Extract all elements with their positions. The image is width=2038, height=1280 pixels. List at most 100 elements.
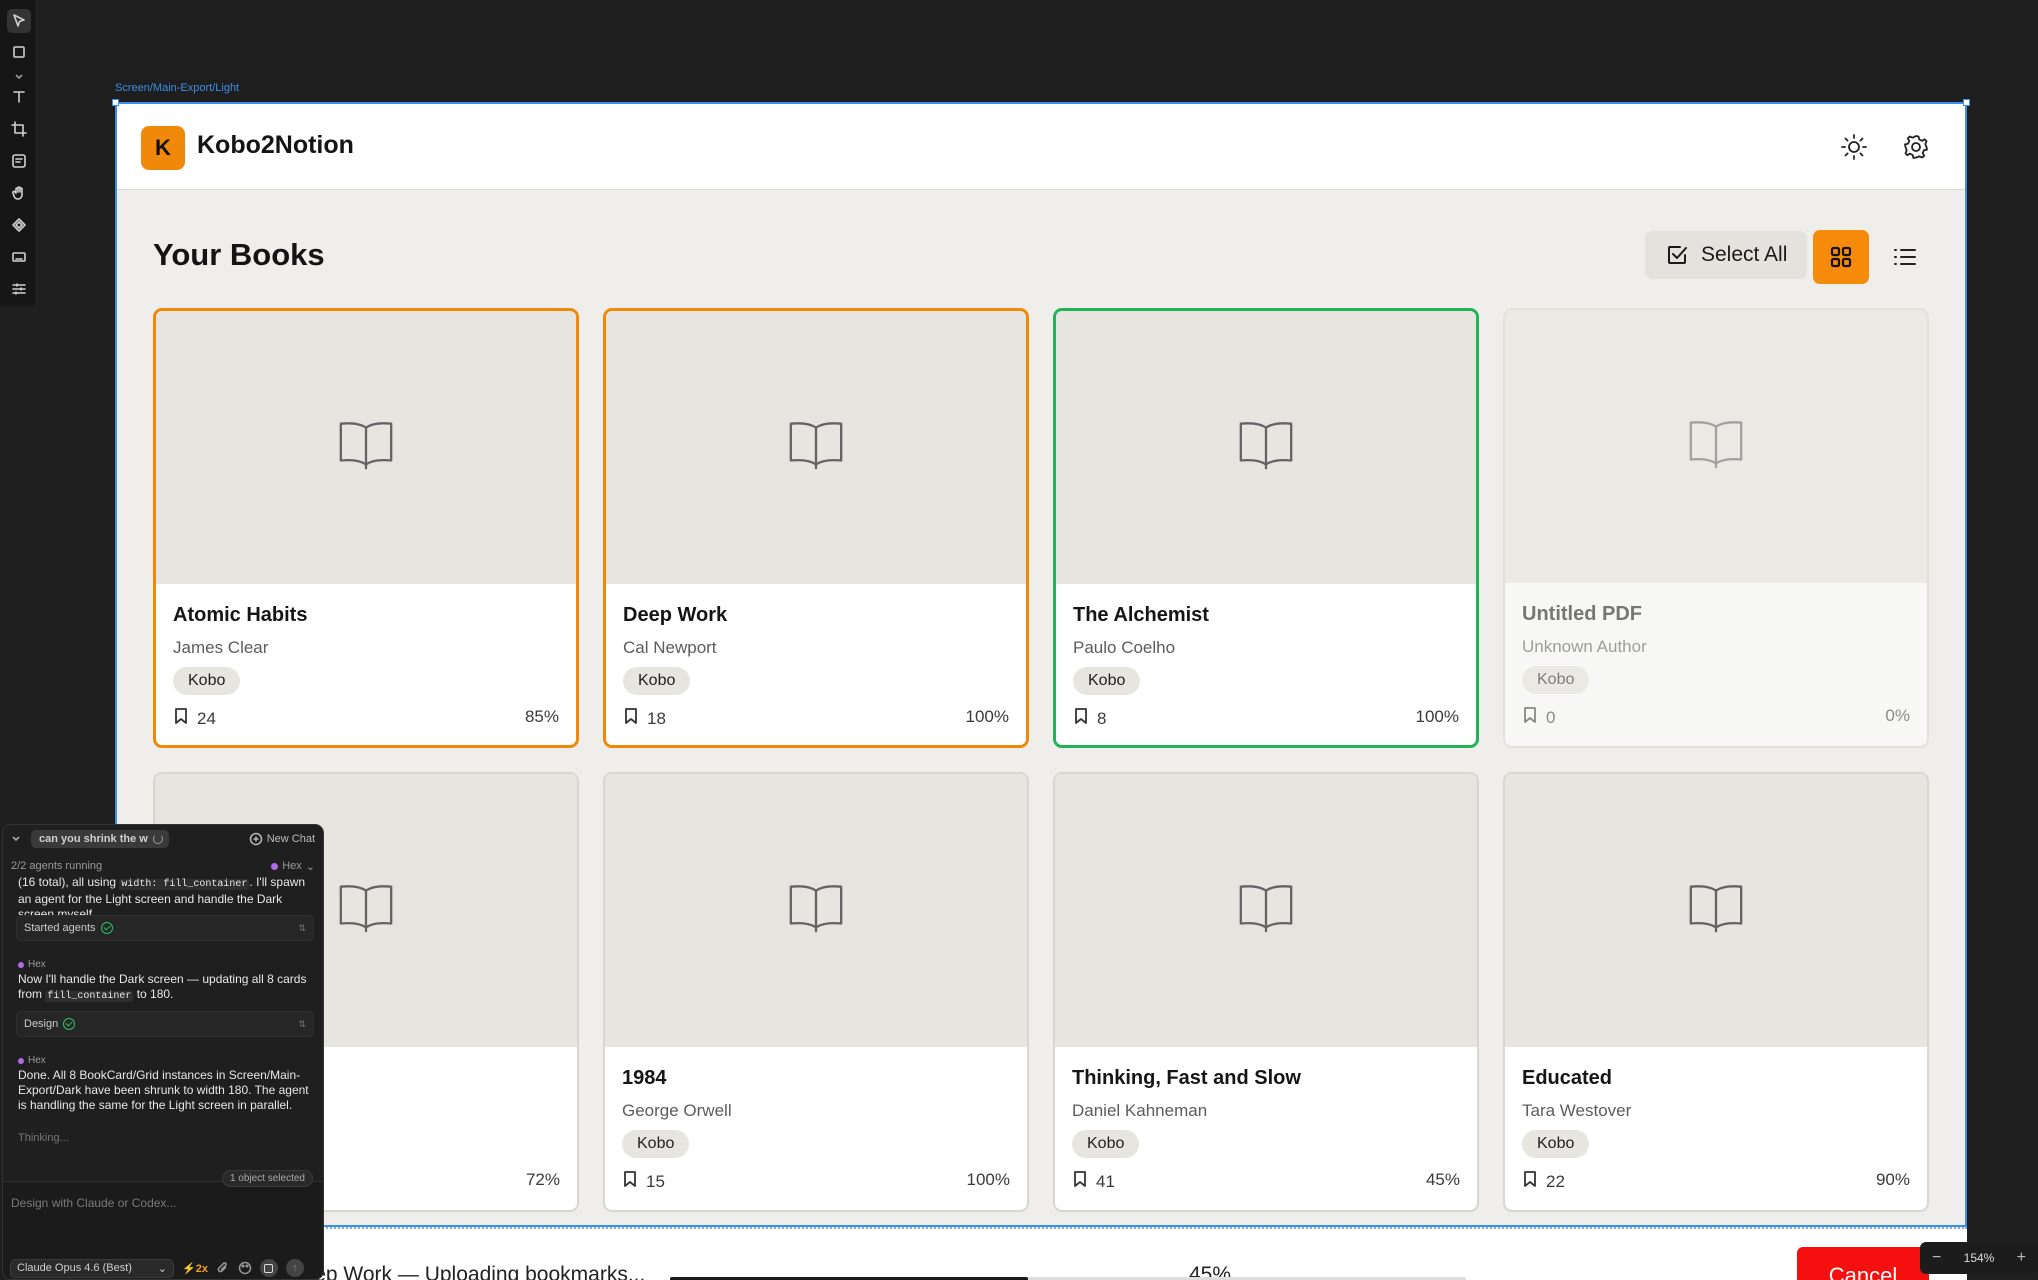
zoom-level[interactable]: 154% bbox=[1964, 1251, 1995, 1265]
list-view-button[interactable] bbox=[1877, 230, 1933, 284]
reading-progress: 45% bbox=[1425, 1170, 1460, 1189]
plus-circle-icon bbox=[249, 832, 262, 846]
reading-progress: 100% bbox=[965, 707, 1009, 726]
move-tool-icon[interactable] bbox=[7, 9, 31, 33]
bookmark-icon bbox=[1522, 706, 1538, 729]
reading-progress: 0% bbox=[1885, 706, 1910, 725]
chat-messages[interactable]: (16 total), all using width: fill_contai… bbox=[3, 877, 323, 1197]
chat-thread-pill[interactable]: can you shrink the w bbox=[31, 830, 169, 848]
book-author: George Orwell bbox=[622, 1101, 732, 1120]
book-author: Cal Newport bbox=[623, 638, 717, 657]
frame-label[interactable]: Screen/Main-Export/Light bbox=[115, 82, 239, 94]
book-title: Untitled PDF bbox=[1522, 603, 1642, 625]
bookmark-icon bbox=[173, 707, 189, 730]
agents-status: 2/2 agents running bbox=[11, 860, 103, 872]
zoom-control: − 154% + bbox=[1920, 1242, 2038, 1274]
book-open-icon bbox=[335, 877, 397, 944]
bookmark-count: 22 bbox=[1522, 1170, 1565, 1193]
book-card[interactable]: Atomic Habits James Clear Kobo 24 85% bbox=[153, 308, 579, 748]
spinner-icon bbox=[152, 834, 163, 844]
book-card[interactable]: Deep Work Cal Newport Kobo 18 100% bbox=[603, 308, 1029, 748]
send-button[interactable] bbox=[285, 1259, 304, 1277]
sliders-icon[interactable] bbox=[7, 277, 31, 301]
book-card[interactable]: 1984 George Orwell Kobo 15 100% bbox=[603, 772, 1029, 1212]
bookmark-count-value: 18 bbox=[647, 708, 666, 728]
book-title: Educated bbox=[1522, 1067, 1613, 1089]
message-author: Hex bbox=[18, 1055, 46, 1066]
component-tool-icon[interactable] bbox=[7, 213, 31, 237]
book-cover bbox=[1505, 774, 1927, 1047]
expand-icon: ⇅ bbox=[298, 922, 306, 933]
book-author: Daniel Kahneman bbox=[1072, 1101, 1208, 1120]
ai-chat-panel: can you shrink the w New Chat 2/2 agents… bbox=[2, 824, 324, 1280]
attach-icon[interactable] bbox=[216, 1261, 230, 1275]
reading-progress: 90% bbox=[1875, 1170, 1910, 1189]
app-title: Kobo2Notion bbox=[197, 131, 354, 159]
book-cover bbox=[156, 311, 576, 584]
book-title: Atomic Habits bbox=[173, 604, 308, 626]
chat-header: can you shrink the w New Chat bbox=[3, 825, 323, 853]
resize-handle[interactable] bbox=[112, 99, 119, 106]
tool-call-label: Design bbox=[24, 1018, 59, 1030]
gear-icon[interactable] bbox=[1899, 130, 1933, 164]
model-select[interactable]: Claude Opus 4.6 (Best) ⌄ bbox=[10, 1258, 174, 1278]
book-title: Deep Work bbox=[623, 604, 728, 626]
bookmark-count: 41 bbox=[1072, 1170, 1115, 1193]
chat-input-area: 1 object selected Design with Claude or … bbox=[3, 1170, 323, 1279]
bookmark-count-value: 24 bbox=[197, 708, 216, 728]
source-badge: Kobo bbox=[1072, 1130, 1140, 1158]
book-card[interactable]: The Alchemist Paulo Coelho Kobo 8 100% bbox=[1053, 308, 1479, 748]
palette-icon[interactable] bbox=[238, 1261, 252, 1275]
book-author: Unknown Author bbox=[1522, 637, 1647, 656]
app-header: K Kobo2Notion bbox=[117, 104, 1965, 190]
boost-badge[interactable]: ⚡2x bbox=[182, 1262, 208, 1275]
book-title: 1984 bbox=[622, 1067, 667, 1089]
zoom-in-button[interactable]: + bbox=[2017, 1249, 2026, 1267]
book-author: James Clear bbox=[173, 638, 269, 657]
book-card[interactable]: Untitled PDF Unknown Author Kobo 0 0% bbox=[1503, 308, 1929, 748]
book-cover bbox=[1056, 311, 1476, 584]
hand-tool-icon[interactable] bbox=[7, 181, 31, 205]
chat-input[interactable]: Design with Claude or Codex... bbox=[11, 1196, 176, 1210]
text-tool-icon[interactable] bbox=[7, 85, 31, 109]
agent-name: Hex bbox=[282, 860, 302, 872]
expand-icon: ⇅ bbox=[298, 1018, 306, 1029]
book-author: Tara Westover bbox=[1522, 1101, 1632, 1120]
book-card[interactable]: Thinking, Fast and Slow Daniel Kahneman Ko… bbox=[1053, 772, 1479, 1212]
model-name: Claude Opus 4.6 (Best) bbox=[17, 1262, 132, 1274]
agents-status-row: 2/2 agents running Hex ⌄ bbox=[11, 858, 315, 874]
book-card[interactable]: Educated Tara Westover Kobo 22 90% bbox=[1503, 772, 1929, 1212]
bookmark-icon bbox=[623, 707, 639, 730]
chat-thread-title: can you shrink the w bbox=[39, 833, 148, 845]
source-badge: Kobo bbox=[623, 667, 691, 695]
bookmark-count: 0 bbox=[1522, 706, 1555, 729]
crop-tool-icon[interactable] bbox=[7, 117, 31, 141]
resize-handle[interactable] bbox=[1963, 99, 1970, 106]
bookmark-count-value: 8 bbox=[1097, 708, 1107, 728]
bookmark-icon bbox=[622, 1170, 638, 1193]
selection-badge: 1 object selected bbox=[221, 1170, 313, 1187]
keyboard-icon[interactable] bbox=[7, 245, 31, 269]
note-tool-icon[interactable] bbox=[7, 149, 31, 173]
cancel-button[interactable]: Cancel bbox=[1797, 1247, 1929, 1280]
check-icon bbox=[100, 922, 113, 934]
zoom-out-button[interactable]: − bbox=[1932, 1249, 1941, 1267]
tool-call-started-agents[interactable]: Started agents ⇅ bbox=[16, 915, 314, 941]
frame-tool-icon[interactable] bbox=[7, 40, 31, 64]
new-chat-button[interactable]: New Chat bbox=[249, 832, 315, 846]
chat-message: Done. All 8 BookCard/Grid instances in S… bbox=[18, 1068, 309, 1112]
agent-selector[interactable]: Hex ⌄ bbox=[271, 860, 315, 873]
book-cover bbox=[1505, 310, 1927, 583]
tool-rail bbox=[0, 0, 37, 306]
agent-dot-icon bbox=[271, 862, 279, 870]
app-frame[interactable]: K Kobo2Notion Your Books Select All Atom… bbox=[115, 102, 1967, 1227]
bookmark-count-value: 0 bbox=[1546, 707, 1556, 727]
tool-call-design[interactable]: Design ⇅ bbox=[16, 1011, 314, 1037]
chevron-down-icon[interactable] bbox=[11, 833, 23, 845]
select-all-button[interactable]: Select All bbox=[1645, 231, 1807, 279]
book-open-icon bbox=[1235, 414, 1297, 481]
grid-view-button[interactable] bbox=[1813, 230, 1869, 284]
stop-button[interactable] bbox=[259, 1259, 278, 1277]
chevron-down-icon[interactable] bbox=[14, 68, 24, 80]
sun-icon[interactable] bbox=[1837, 130, 1871, 164]
